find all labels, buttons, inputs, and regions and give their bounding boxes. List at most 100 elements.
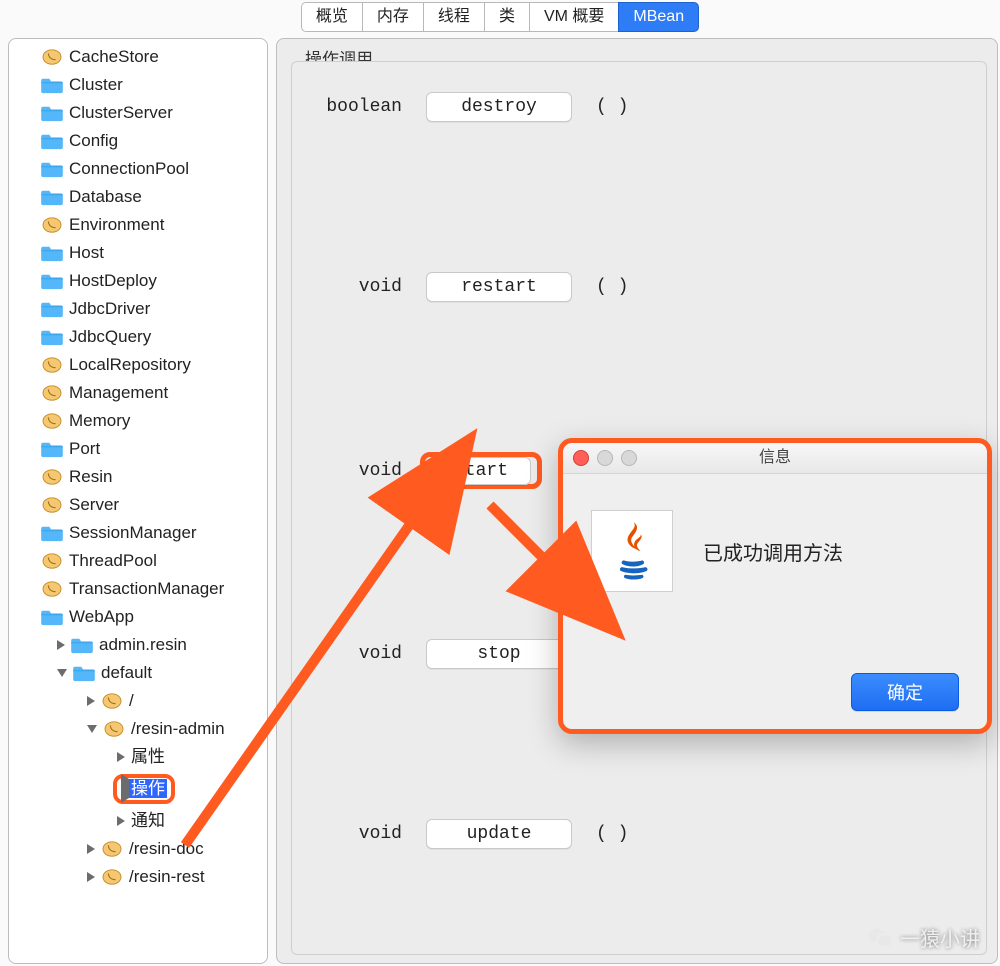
tree-node[interactable]: 属性 [9, 743, 267, 771]
tree-node-label: Management [69, 382, 168, 404]
tree-node[interactable]: Server [9, 491, 267, 519]
folder-icon [41, 160, 63, 178]
tree-node[interactable]: Memory [9, 407, 267, 435]
tree-node-label: CacheStore [69, 46, 159, 68]
dialog-titlebar[interactable]: 信息 [563, 443, 987, 474]
tab-概览[interactable]: 概览 [301, 2, 362, 32]
tabbar: 概览内存线程类VM 概要MBean [0, 2, 1000, 32]
tree-node[interactable]: JdbcDriver [9, 295, 267, 323]
invoke-update-button[interactable]: update [426, 819, 572, 849]
bean-icon [101, 692, 123, 710]
tree-node[interactable]: default [9, 659, 267, 687]
disclosure-triangle-icon[interactable] [117, 816, 125, 826]
folder-icon [41, 76, 63, 94]
tree-node[interactable]: /resin-admin [9, 715, 267, 743]
tab-线程[interactable]: 线程 [423, 2, 484, 32]
folder-icon [71, 636, 93, 654]
tree-node-label: Database [69, 186, 142, 208]
tree-node[interactable]: Config [9, 127, 267, 155]
disclosure-triangle-icon[interactable] [121, 774, 129, 803]
disclosure-triangle-icon[interactable] [57, 669, 67, 677]
spacer-icon [27, 528, 35, 538]
invoke-restart-button[interactable]: restart [426, 272, 572, 302]
folder-icon [41, 328, 63, 346]
tree-node[interactable]: Database [9, 183, 267, 211]
tree-node[interactable]: JdbcQuery [9, 323, 267, 351]
tree-node[interactable]: HostDeploy [9, 267, 267, 295]
invoke-stop-button[interactable]: stop [426, 639, 572, 669]
tree-node[interactable]: ThreadPool [9, 547, 267, 575]
tree-node-label: SessionManager [69, 522, 197, 544]
folder-icon [41, 104, 63, 122]
disclosure-triangle-icon[interactable] [87, 725, 97, 733]
tree-node-label: Memory [69, 410, 130, 432]
tab-VM 概要[interactable]: VM 概要 [529, 2, 618, 32]
close-icon[interactable] [573, 450, 589, 466]
spacer-icon [27, 584, 35, 594]
disclosure-triangle-icon[interactable] [87, 844, 95, 854]
return-type-label: boolean [312, 97, 402, 117]
mbean-tree[interactable]: CacheStore Cluster ClusterServerConfig Conn… [9, 39, 267, 963]
tree-node[interactable]: 操作 [9, 771, 267, 807]
disclosure-triangle-icon[interactable] [57, 640, 65, 650]
return-type-label: void [312, 277, 402, 297]
bean-icon [41, 580, 63, 598]
tree-node[interactable]: WebApp [9, 603, 267, 631]
tab-类[interactable]: 类 [484, 2, 529, 32]
tree-node[interactable]: admin.resin [9, 631, 267, 659]
tree-node[interactable]: LocalRepository [9, 351, 267, 379]
spacer-icon [27, 444, 35, 454]
tree-node[interactable]: CacheStore [9, 43, 267, 71]
annotation-highlight: 操作 [113, 774, 175, 804]
spacer-icon [27, 500, 35, 510]
tree-node[interactable]: ClusterServer [9, 99, 267, 127]
tree-node-label: 通知 [131, 810, 165, 832]
wechat-icon [868, 927, 892, 949]
tree-node[interactable]: / [9, 687, 267, 715]
tree-node-label: 属性 [131, 746, 165, 768]
tree-node[interactable]: Port [9, 435, 267, 463]
tree-node-label: Server [69, 494, 119, 516]
tree-node[interactable]: /resin-rest [9, 863, 267, 891]
tree-node-label: /resin-doc [129, 838, 204, 860]
spacer-icon [27, 360, 35, 370]
tree-node-label: Environment [69, 214, 164, 236]
folder-icon [41, 524, 63, 542]
tree-node-label: /resin-admin [131, 718, 225, 740]
tree-node[interactable]: SessionManager [9, 519, 267, 547]
tree-node-label: JdbcDriver [69, 298, 150, 320]
tree-node-label: admin.resin [99, 634, 187, 656]
tree-node[interactable]: Environment [9, 211, 267, 239]
tree-node[interactable]: ConnectionPool [9, 155, 267, 183]
tab-MBean[interactable]: MBean [618, 2, 699, 32]
tree-node[interactable]: Management [9, 379, 267, 407]
bean-icon [41, 216, 63, 234]
spacer-icon [27, 556, 35, 566]
folder-icon [41, 132, 63, 150]
window-controls[interactable] [573, 450, 637, 466]
tree-node-label: Cluster [69, 74, 123, 96]
tree-node[interactable]: Resin [9, 463, 267, 491]
return-type-label: void [312, 644, 402, 664]
disclosure-triangle-icon[interactable] [87, 872, 95, 882]
spacer-icon [27, 332, 35, 342]
tree-node[interactable]: Cluster [9, 71, 267, 99]
dialog-title: 信息 [759, 449, 791, 466]
invoke-start-button[interactable]: start [431, 457, 531, 485]
disclosure-triangle-icon[interactable] [117, 752, 125, 762]
tree-node-label: 操作 [129, 779, 167, 798]
tree-node[interactable]: Host [9, 239, 267, 267]
folder-icon [41, 440, 63, 458]
spacer-icon [27, 192, 35, 202]
disclosure-triangle-icon[interactable] [87, 696, 95, 706]
tree-node[interactable]: 通知 [9, 807, 267, 835]
tree-node-label: ConnectionPool [69, 158, 189, 180]
result-dialog: 信息 已成功调用方法 确定 [558, 438, 992, 734]
tab-内存[interactable]: 内存 [362, 2, 423, 32]
tree-node[interactable]: /resin-doc [9, 835, 267, 863]
invoke-destroy-button[interactable]: destroy [426, 92, 572, 122]
bean-icon [41, 384, 63, 402]
tree-node[interactable]: TransactionManager [9, 575, 267, 603]
args-label: ( ) [596, 277, 628, 297]
ok-button[interactable]: 确定 [851, 673, 959, 711]
